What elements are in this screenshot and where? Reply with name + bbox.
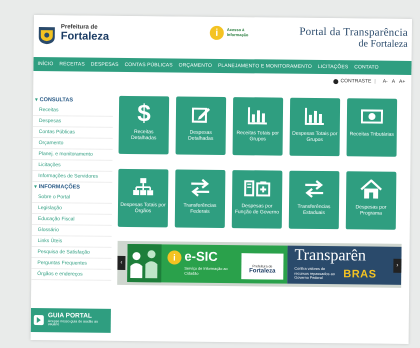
- tile-despesas-orgaos[interactable]: Despesas Totais por Órgãos: [117, 168, 169, 228]
- acesso-label: Acesso à Informação: [226, 27, 249, 38]
- guia-portal-button[interactable]: GUIA PORTAL Acesse nosso guia de auxílio…: [30, 307, 111, 333]
- tile-receitas-tributarias[interactable]: Receitas Tributárias: [346, 98, 398, 157]
- esic-title: e-SIC: [184, 248, 218, 264]
- tile-receitas-grupos[interactable]: Receitas Totais por Grupos: [232, 97, 284, 156]
- page: Prefeitura de Fortaleza i Acesso à Infor…: [30, 15, 412, 344]
- banner-esic[interactable]: i e-SIC Serviço de Informação ao Cidadão…: [127, 243, 288, 284]
- sidebar: ▾ CONSULTAS Receitas Despesas Contas Púb…: [31, 95, 114, 281]
- transp-subtitle: Confira valores de recursos repassados a…: [294, 266, 335, 281]
- font-decrease-button[interactable]: A-: [383, 79, 388, 85]
- main-nav: INÍCIO RECEITAS DESPESAS CONTAS PÚBLICAS…: [33, 56, 412, 75]
- sidebar-item-educacao-fiscal[interactable]: Educação Fiscal: [31, 213, 112, 226]
- caret-down-icon: ▾: [35, 97, 38, 104]
- tile-label: Despesas por Programa: [355, 204, 387, 217]
- sidebar-item-orgaos[interactable]: Órgãos e endereços: [31, 268, 112, 281]
- org-chart-icon: [132, 174, 154, 200]
- nav-item-inicio[interactable]: INÍCIO: [34, 61, 56, 67]
- sidebar-item-glossario[interactable]: Glossário: [31, 224, 112, 237]
- sidebar-item-planejamento[interactable]: Planej. e monitoramento: [32, 148, 113, 161]
- nav-item-contato[interactable]: CONTATO: [351, 64, 381, 70]
- people-illustration: [127, 243, 162, 283]
- sidebar-item-receitas[interactable]: Receitas: [32, 104, 114, 117]
- carousel-prev-button[interactable]: ‹: [117, 255, 126, 270]
- home-icon: [360, 176, 382, 202]
- accessibility-bar: CONTRASTE | A- A A+: [333, 78, 405, 85]
- sidebar-item-sobre[interactable]: Sobre o Portal: [32, 191, 113, 204]
- info-icon: i: [167, 250, 182, 265]
- tile-label: Despesas Detalhadas: [188, 129, 214, 143]
- caret-down-icon: ▾: [34, 184, 37, 191]
- nav-item-despesas[interactable]: DESPESAS: [88, 62, 122, 68]
- util-divider: |: [374, 78, 376, 85]
- tile-label: Receitas Detalhadas: [131, 129, 157, 142]
- guia-subtitle: Acesse nosso guia de auxílio ao usuário: [47, 318, 99, 327]
- esic-subtitle: Serviço de Informação ao Cidadão: [184, 266, 228, 276]
- tile-despesas-grupos[interactable]: Despesas Totais por Grupos: [289, 97, 341, 157]
- portal-title-line2: de Fortaleza: [358, 37, 408, 50]
- nav-item-receitas[interactable]: RECEITAS: [56, 61, 87, 67]
- sidebar-item-contas-publicas[interactable]: Contas Públicas: [32, 126, 113, 139]
- brasil-logo: BRAS: [343, 268, 377, 281]
- tile-label: Transferências Estaduais: [297, 203, 331, 217]
- banner-carousel[interactable]: i e-SIC Serviço de Informação ao Cidadão…: [117, 240, 402, 288]
- book-medical-icon: [243, 175, 271, 201]
- site-header: Prefeitura de Fortaleza i Acesso à Infor…: [33, 15, 412, 59]
- city-logo-text[interactable]: Prefeitura de Fortaleza: [61, 24, 109, 43]
- sidebar-item-legislacao[interactable]: Legislação: [31, 202, 113, 215]
- nav-item-orcamento[interactable]: ORÇAMENTO: [176, 62, 215, 69]
- contrast-icon[interactable]: [333, 78, 339, 84]
- tile-transferencias-estaduais[interactable]: Transferências Estaduais: [288, 170, 340, 230]
- transp-title: Transparên: [294, 246, 366, 265]
- sidebar-item-links[interactable]: Links Úteis: [31, 235, 112, 248]
- sidebar-section-label: CONSULTAS: [39, 97, 74, 104]
- info-icon: i: [209, 25, 224, 40]
- acesso-informacao-link[interactable]: i Acesso à Informação: [209, 25, 251, 40]
- tile-transferencias-federais[interactable]: Transferências Federais: [174, 169, 226, 229]
- contrast-button[interactable]: CONTRASTE: [341, 78, 372, 84]
- sidebar-section-label: INFORMAÇÕES: [38, 184, 80, 191]
- nav-item-contas-publicas[interactable]: CONTAS PÚBLICAS: [122, 62, 176, 69]
- nav-item-licitacoes[interactable]: LICITAÇÕES: [315, 64, 351, 70]
- tile-label: Transferências Federais: [183, 202, 217, 216]
- shortcut-grid: $ Receitas Detalhadas Despesas Detalhada…: [117, 95, 411, 230]
- tile-label: Receitas Tributárias: [349, 131, 394, 138]
- esic-city-logo: Prefeitura de Fortaleza: [241, 253, 284, 280]
- portal-title-line1: Portal da Transparência: [299, 25, 408, 39]
- guia-text: GUIA PORTAL Acesse nosso guia de auxílio…: [47, 312, 104, 328]
- sidebar-item-orcamento[interactable]: Orçamento: [32, 137, 113, 150]
- logo-line2: Fortaleza: [60, 30, 110, 43]
- bar-chart-icon: [304, 103, 326, 129]
- tile-despesas-detalhadas[interactable]: Despesas Detalhadas: [175, 96, 227, 156]
- banner-transparencia[interactable]: Transparên Confira valores de recursos r…: [287, 245, 402, 285]
- dollar-icon: $: [137, 100, 151, 128]
- transfer-icon: [303, 176, 325, 202]
- city-logo-icon[interactable]: [36, 23, 58, 45]
- tile-despesas-programa[interactable]: Despesas por Programa: [345, 171, 397, 230]
- carousel-next-button[interactable]: ›: [393, 258, 402, 273]
- tile-label: Despesas Totais por Órgãos: [120, 201, 166, 215]
- tile-label: Despesas por Função de Governo: [234, 203, 280, 216]
- font-increase-button[interactable]: A+: [399, 79, 405, 85]
- sidebar-item-despesas[interactable]: Despesas: [32, 115, 113, 128]
- esic-city-name: Fortaleza: [249, 268, 276, 275]
- tile-receitas-detalhadas[interactable]: $ Receitas Detalhadas: [118, 95, 170, 155]
- play-icon: [33, 315, 44, 326]
- sidebar-item-servidores[interactable]: Informações de Servidores: [32, 170, 113, 183]
- edit-icon: [190, 102, 212, 128]
- tile-label: Receitas Totais por Grupos: [236, 130, 280, 143]
- sidebar-item-perguntas[interactable]: Perguntas Frequentes: [31, 257, 112, 270]
- sidebar-item-licitacoes[interactable]: Licitações: [32, 159, 113, 172]
- font-normal-button[interactable]: A: [392, 79, 395, 85]
- transfer-icon: [189, 175, 211, 201]
- nav-item-planejamento[interactable]: PLANEJAMENTO E MONITORAMENTO: [215, 63, 315, 70]
- tile-label: Despesas Totais por Grupos: [292, 130, 338, 144]
- tile-despesas-funcao[interactable]: Despesas por Função de Governo: [231, 170, 283, 229]
- bar-chart-icon: [247, 102, 269, 128]
- portal-title: Portal da Transparência de Fortaleza: [299, 25, 408, 50]
- sidebar-item-pesquisa[interactable]: Pesquisa de Satisfação: [31, 246, 112, 259]
- money-icon: [360, 103, 384, 129]
